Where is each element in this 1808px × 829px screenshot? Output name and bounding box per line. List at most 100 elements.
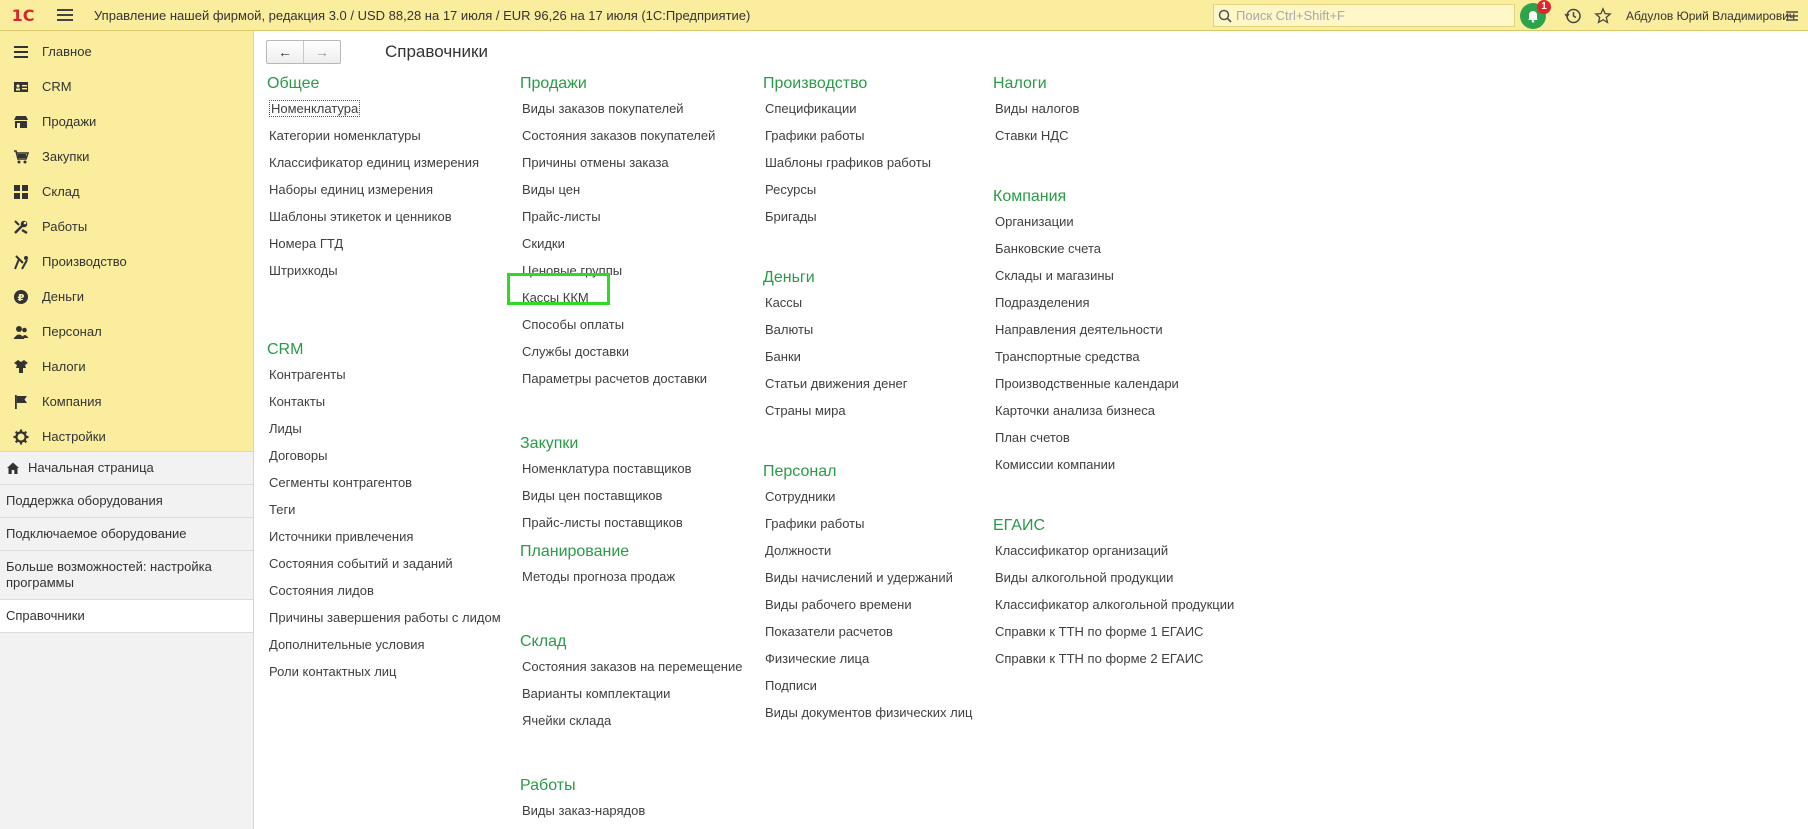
link-item[interactable]: Виды цен (520, 176, 742, 203)
link-item[interactable]: Роли контактных лиц (267, 658, 501, 685)
link-item[interactable]: Виды заказ-нарядов (520, 797, 742, 824)
link-item[interactable]: Показатели расчетов (763, 618, 972, 645)
link-item[interactable]: Контрагенты (267, 361, 501, 388)
link-item[interactable]: Направления деятельности (993, 316, 1234, 343)
link-item[interactable]: Классификатор алкогольной продукции (993, 591, 1234, 618)
user-name[interactable]: Абдулов Юрий Владимирович (1626, 9, 1795, 23)
link-item[interactable]: Сегменты контрагентов (267, 469, 501, 496)
forward-button[interactable]: → (303, 41, 340, 63)
link-item[interactable]: Виды алкогольной продукции (993, 564, 1234, 591)
link-item[interactable]: Ресурсы (763, 176, 972, 203)
link-item[interactable]: Классификатор организаций (993, 537, 1234, 564)
link-item[interactable]: Транспортные средства (993, 343, 1234, 370)
link-item[interactable]: Подразделения (993, 289, 1234, 316)
main-menu-icon[interactable] (50, 0, 80, 31)
link-item[interactable]: Должности (763, 537, 972, 564)
link-item[interactable]: Номера ГТД (267, 230, 501, 257)
link-item[interactable]: Штрихкоды (267, 257, 501, 284)
link-item[interactable]: Шаблоны графиков работы (763, 149, 972, 176)
history-button[interactable] (1558, 0, 1588, 31)
link-item[interactable]: Теги (267, 496, 501, 523)
back-button[interactable]: ← (267, 41, 303, 63)
link-item[interactable]: Скидки (520, 230, 742, 257)
link-item[interactable]: Виды рабочего времени (763, 591, 972, 618)
section-production[interactable]: Производство (0, 244, 253, 279)
section-purchases[interactable]: Закупки (0, 139, 253, 174)
link-item[interactable]: Комиссии компании (993, 451, 1234, 478)
link-item[interactable]: Состояния лидов (267, 577, 501, 604)
link-item[interactable]: План счетов (993, 424, 1234, 451)
link-item[interactable]: Ставки НДС (993, 122, 1234, 149)
link-item[interactable]: Контакты (267, 388, 501, 415)
link-item[interactable]: Страны мира (763, 397, 972, 424)
link-item[interactable]: Карточки анализа бизнеса (993, 397, 1234, 424)
link-item[interactable]: Валюты (763, 316, 972, 343)
link-item[interactable]: Виды налогов (993, 95, 1234, 122)
section-settings[interactable]: Настройки (0, 419, 253, 454)
link-item[interactable]: Состояния заказов покупателей (520, 122, 742, 149)
link-item[interactable]: Службы доставки (520, 338, 742, 365)
section-company[interactable]: Компания (0, 384, 253, 419)
section-personnel[interactable]: Персонал (0, 314, 253, 349)
link-item[interactable]: Банковские счета (993, 235, 1234, 262)
link-item[interactable]: Физические лица (763, 645, 972, 672)
link-item[interactable]: Причины завершения работы с лидом (267, 604, 501, 631)
link-item[interactable]: Статьи движения денег (763, 370, 972, 397)
link-item[interactable]: Категории номенклатуры (267, 122, 501, 149)
link-item[interactable]: Способы оплаты (520, 311, 742, 338)
section-money[interactable]: ₽ Деньги (0, 279, 253, 314)
link-item[interactable]: Источники привлечения (267, 523, 501, 550)
link-item[interactable]: Подписи (763, 672, 972, 699)
nav-item-more-options[interactable]: Больше возможностей: настройка программы (0, 551, 253, 600)
section-taxes[interactable]: Налоги (0, 349, 253, 384)
link-item[interactable]: Виды заказов покупателей (520, 95, 742, 122)
link-item[interactable]: Организации (993, 208, 1234, 235)
app-logo[interactable]: 1С (4, 0, 42, 31)
link-item[interactable]: Склады и магазины (993, 262, 1234, 289)
nav-item-equipment-support[interactable]: Поддержка оборудования (0, 485, 253, 518)
link-item[interactable]: Состояния событий и заданий (267, 550, 501, 577)
section-crm[interactable]: CRM (0, 69, 253, 104)
link-item[interactable]: Справки к ТТН по форме 2 ЕГАИС (993, 645, 1234, 672)
favorites-button[interactable] (1588, 0, 1618, 31)
link-item[interactable]: Состояния заказов на перемещение (520, 653, 742, 680)
link-item[interactable]: Справки к ТТН по форме 1 ЕГАИС (993, 618, 1234, 645)
link-item[interactable]: Причины отмены заказа (520, 149, 742, 176)
link-item[interactable]: Номенклатура поставщиков (520, 455, 742, 482)
section-sales[interactable]: Продажи (0, 104, 253, 139)
link-item[interactable]: Производственные календари (993, 370, 1234, 397)
link-item[interactable]: Кассы (763, 289, 972, 316)
link-item[interactable]: Классификатор единиц измерения (267, 149, 501, 176)
link-item[interactable]: Параметры расчетов доставки (520, 365, 742, 392)
link-item[interactable]: Прайс-листы поставщиков (520, 509, 742, 536)
link-item[interactable]: Варианты комплектации (520, 680, 742, 707)
link-item[interactable]: Графики работы (763, 510, 972, 537)
nav-item-connected-equipment[interactable]: Подключаемое оборудование (0, 518, 253, 551)
link-item[interactable]: Методы прогноза продаж (520, 563, 742, 590)
link-item[interactable]: Шаблоны этикеток и ценников (267, 203, 501, 230)
link-item[interactable]: Бригады (763, 203, 972, 230)
search-box[interactable] (1213, 4, 1515, 27)
link-item[interactable]: Виды цен поставщиков (520, 482, 742, 509)
link-item[interactable]: Лиды (267, 415, 501, 442)
link-item[interactable]: Наборы единиц измерения (267, 176, 501, 203)
link-item[interactable]: Прайс-листы (520, 203, 742, 230)
link-item[interactable]: Ячейки склада (520, 707, 742, 734)
settings-menu-button[interactable] (1780, 0, 1804, 31)
nav-item-home[interactable]: Начальная страница (0, 452, 253, 485)
section-main[interactable]: Главное (0, 34, 253, 69)
nav-item-reference-books[interactable]: Справочники (0, 600, 253, 633)
section-warehouse[interactable]: Склад (0, 174, 253, 209)
link-item[interactable]: Сотрудники (763, 483, 972, 510)
link-item[interactable]: Договоры (267, 442, 501, 469)
link-item[interactable]: Графики работы (763, 122, 972, 149)
link-item[interactable]: Спецификации (763, 95, 972, 122)
section-works[interactable]: Работы (0, 209, 253, 244)
link-item[interactable]: Банки (763, 343, 972, 370)
link-item[interactable]: Номенклатура (267, 95, 501, 122)
link-item[interactable]: Дополнительные условия (267, 631, 501, 658)
notifications-button[interactable]: 1 (1520, 0, 1551, 29)
link-item[interactable]: Виды начислений и удержаний (763, 564, 972, 591)
link-item[interactable]: Виды документов физических лиц (763, 699, 972, 726)
search-input[interactable] (1236, 8, 1506, 23)
